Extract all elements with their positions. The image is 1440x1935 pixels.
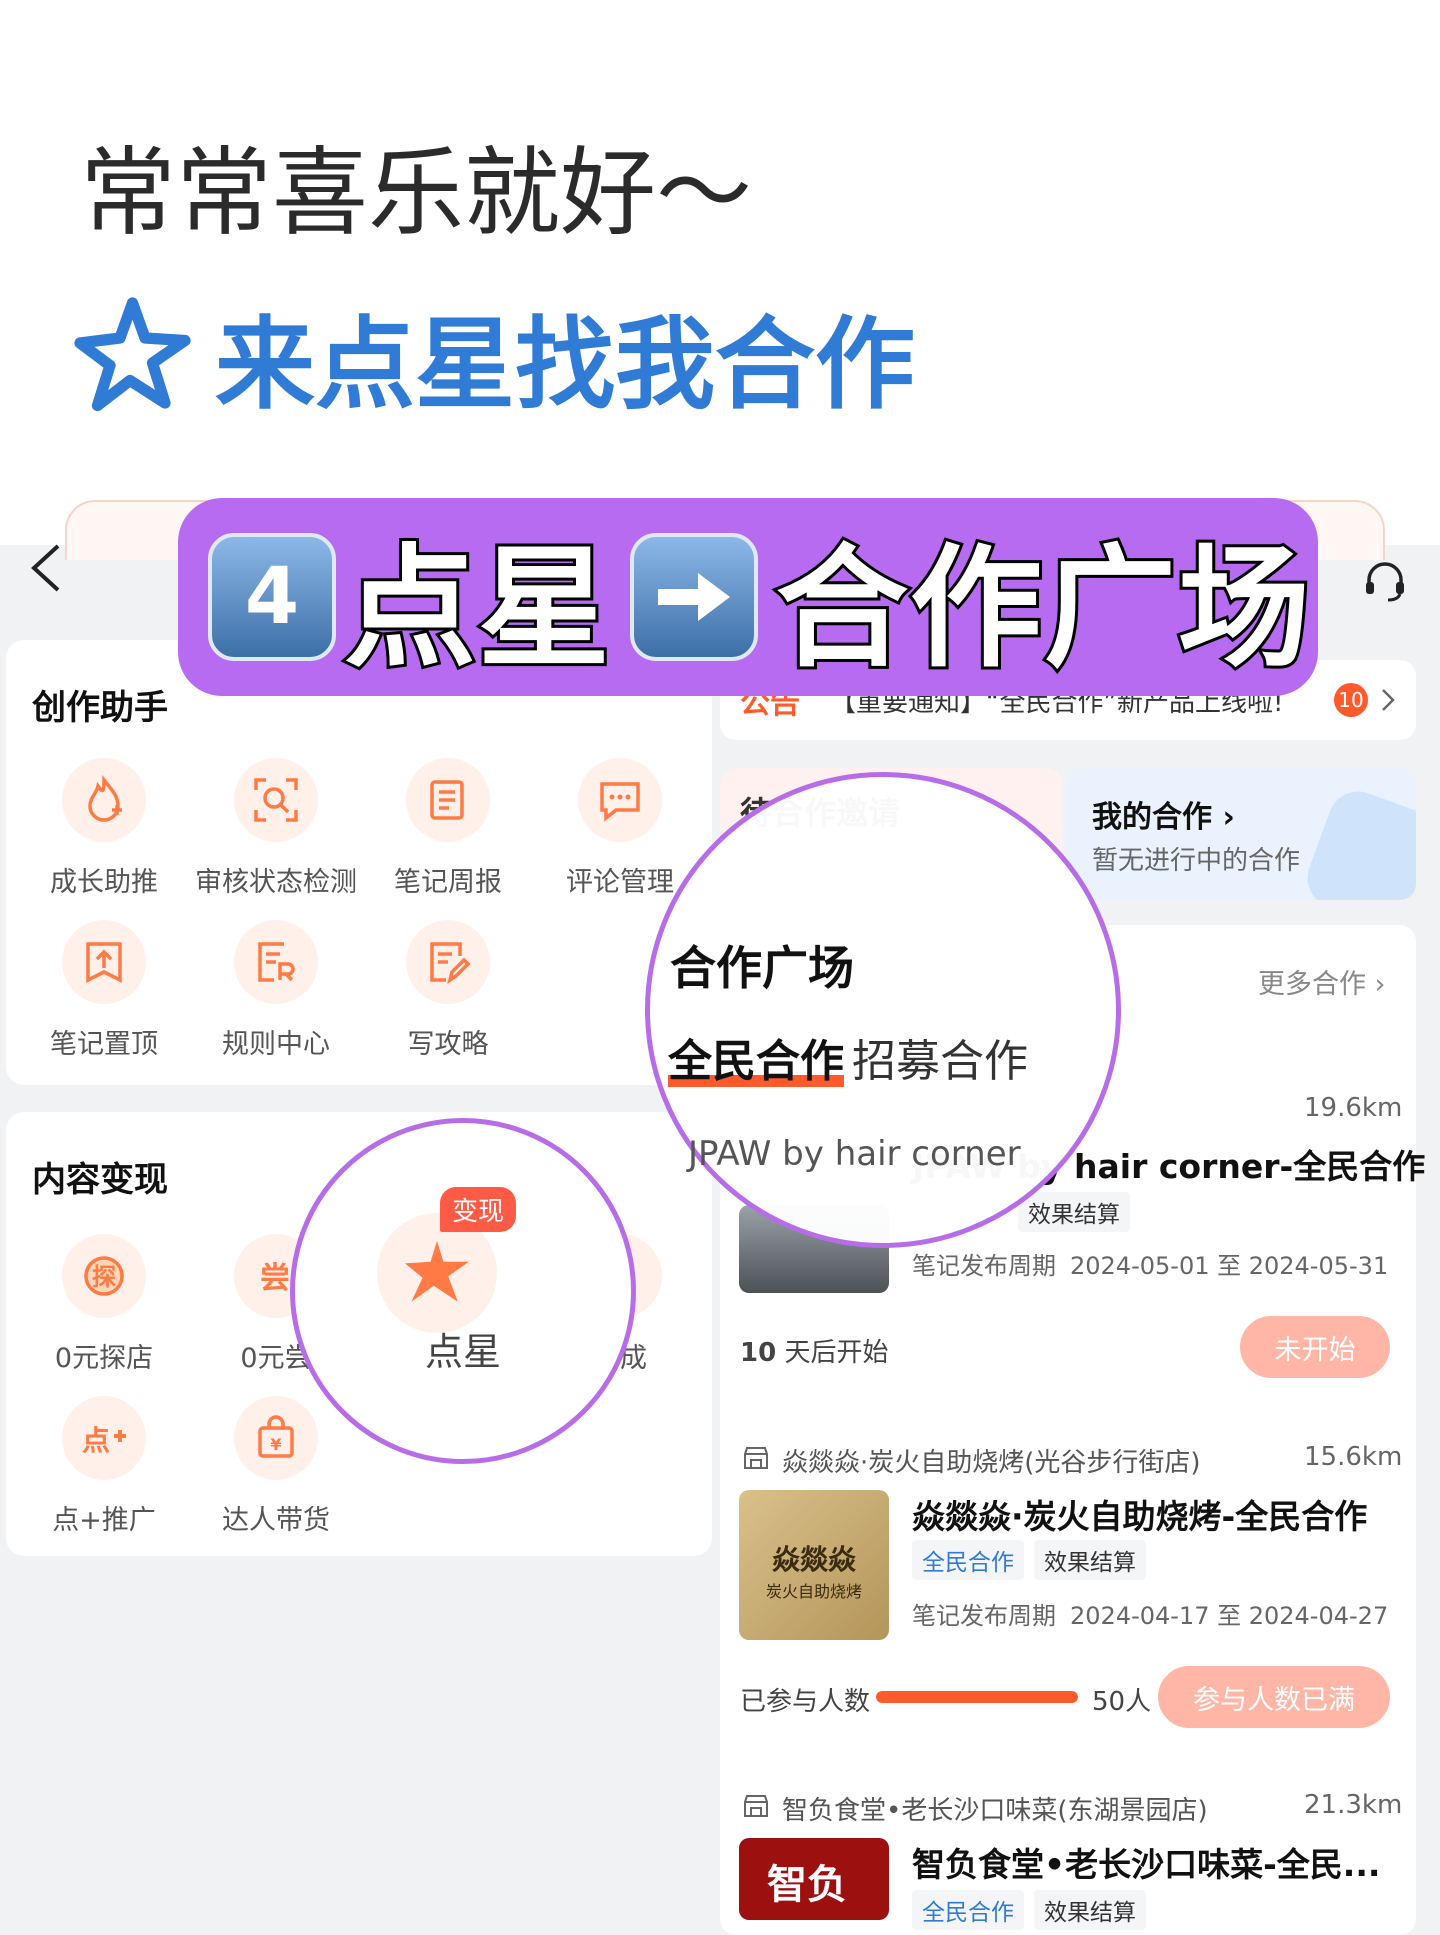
tool-free-explore[interactable]: 探 0元探店	[18, 1234, 190, 1375]
profile-section: 常常喜乐就好～ 来点星找我合作	[0, 0, 1440, 560]
shop-distance: 21.3km	[1304, 1790, 1403, 1820]
content-monetize-title: 内容变现	[32, 1160, 168, 1200]
back-icon[interactable]	[26, 540, 66, 596]
shop-name: 智负食堂•老长沙口味菜(东湖景园店)	[782, 1796, 1208, 1826]
dianxing-link-text: 来点星找我合作	[215, 305, 915, 423]
tool-pin-note[interactable]: 笔记置顶	[18, 920, 190, 1061]
tool-write-guide[interactable]: 写攻略	[362, 920, 534, 1061]
step-number: 4	[208, 533, 336, 661]
edit-guide-icon	[406, 920, 490, 1004]
chevron-right-icon	[1382, 689, 1395, 711]
tool-comment-manage[interactable]: 评论管理	[534, 758, 706, 899]
joined-label: 已参与人数	[740, 1687, 871, 1717]
more-cooperation-link[interactable]: 更多合作 ›	[1258, 962, 1385, 1001]
tab-all-cooperation[interactable]: 全民合作	[668, 1025, 844, 1089]
tool-rules-center[interactable]: 规则中心	[190, 920, 362, 1061]
tool-growth-boost[interactable]: 成长助推	[18, 758, 190, 899]
shop-name: 焱燚焱·炭火自助烧烤(光谷步行街店)	[782, 1448, 1201, 1478]
dianxing-link[interactable]: 来点星找我合作	[70, 285, 915, 425]
shop-tags: 全民合作 效果结算	[912, 1890, 1146, 1930]
svg-text:¥: ¥	[270, 1435, 281, 1454]
store-icon	[744, 1447, 768, 1469]
creation-assistant-title: 创作助手	[32, 688, 168, 728]
monetize-badge: 变现	[440, 1187, 517, 1232]
joined-progress-bar	[876, 1691, 1078, 1703]
my-cooperation-title: 我的合作 ›	[1092, 800, 1235, 835]
comment-icon	[578, 758, 662, 842]
shop-period: 笔记发布周期 2024-05-01 至 2024-05-31	[912, 1252, 1389, 1280]
dianxing-star-icon	[74, 296, 191, 411]
banner-text-2: 合作广场	[773, 529, 1313, 689]
shopping-bag-icon: ¥	[234, 1396, 318, 1480]
my-cooperation-card[interactable]: 我的合作 › 暂无进行中的合作	[1066, 768, 1416, 900]
svg-text:尝: 尝	[260, 1261, 290, 1296]
report-icon	[406, 758, 490, 842]
dian-plus-icon: 点	[62, 1396, 146, 1480]
scan-search-icon	[234, 758, 318, 842]
shop-thumbnail: 智负	[739, 1838, 889, 1920]
shop-promo-title: 智负食堂•老长沙口味菜-全民...	[912, 1845, 1381, 1884]
tool-review-check[interactable]: 审核状态检测	[190, 758, 362, 899]
arrow-right-icon	[630, 533, 758, 661]
profile-bio: 常常喜乐就好～	[80, 137, 752, 249]
shop-tags: 效果结算	[1018, 1192, 1130, 1232]
step-banner: 4 点星 合作广场	[178, 498, 1318, 696]
pin-top-icon	[62, 920, 146, 1004]
shop-distance: 15.6km	[1304, 1442, 1403, 1472]
tool-creator-sales[interactable]: ¥ 达人带货	[190, 1396, 362, 1537]
status-full-button[interactable]: 参与人数已满	[1158, 1666, 1390, 1728]
store-icon	[744, 1795, 768, 1817]
status-not-started-button[interactable]: 未开始	[1240, 1316, 1390, 1378]
tool-weekly-report[interactable]: 笔记周报	[362, 758, 534, 899]
decoration-icon	[1299, 783, 1416, 900]
lens-shop-name: JPAW by hair corner	[688, 1134, 1021, 1174]
cooperation-square-title: 合作广场	[670, 941, 854, 995]
magnifier-cooperation-square	[645, 772, 1121, 1248]
tool-dian-plus[interactable]: 点 点+推广	[18, 1396, 190, 1537]
headset-icon[interactable]	[1362, 558, 1408, 604]
svg-text:探: 探	[92, 1263, 116, 1291]
magnifier-dianxing: 变现 点星	[290, 1118, 636, 1464]
creation-assistant-panel: 创作助手 成长助推 审核状态检测 笔记周报 评论管理 笔记置顶 规则中心 写攻略	[6, 640, 712, 1085]
banner-text-1: 点星	[341, 529, 613, 689]
shop-distance: 19.6km	[1304, 1093, 1403, 1123]
explore-store-icon: 探	[62, 1234, 146, 1318]
shop-promo-title: 焱燚焱·炭火自助烧烤-全民合作	[912, 1497, 1368, 1536]
start-countdown: 10 天后开始	[740, 1338, 889, 1368]
tab-recruit-cooperation[interactable]: 招募合作	[852, 1025, 1028, 1089]
notice-count-badge: 10	[1334, 683, 1368, 717]
joined-count: 50人	[1092, 1687, 1152, 1717]
dianxing-entry-label[interactable]: 点星	[295, 1321, 631, 1376]
rules-icon	[234, 920, 318, 1004]
shop-thumbnail: 焱燚焱 炭火自助烧烤	[739, 1490, 889, 1640]
my-cooperation-subtitle: 暂无进行中的合作	[1092, 846, 1301, 876]
svg-text:点: 点	[82, 1424, 110, 1457]
shop-period: 笔记发布周期 2024-04-17 至 2024-04-27	[912, 1602, 1389, 1630]
shop-tags: 全民合作 效果结算	[912, 1540, 1146, 1580]
flame-plus-icon	[62, 758, 146, 842]
